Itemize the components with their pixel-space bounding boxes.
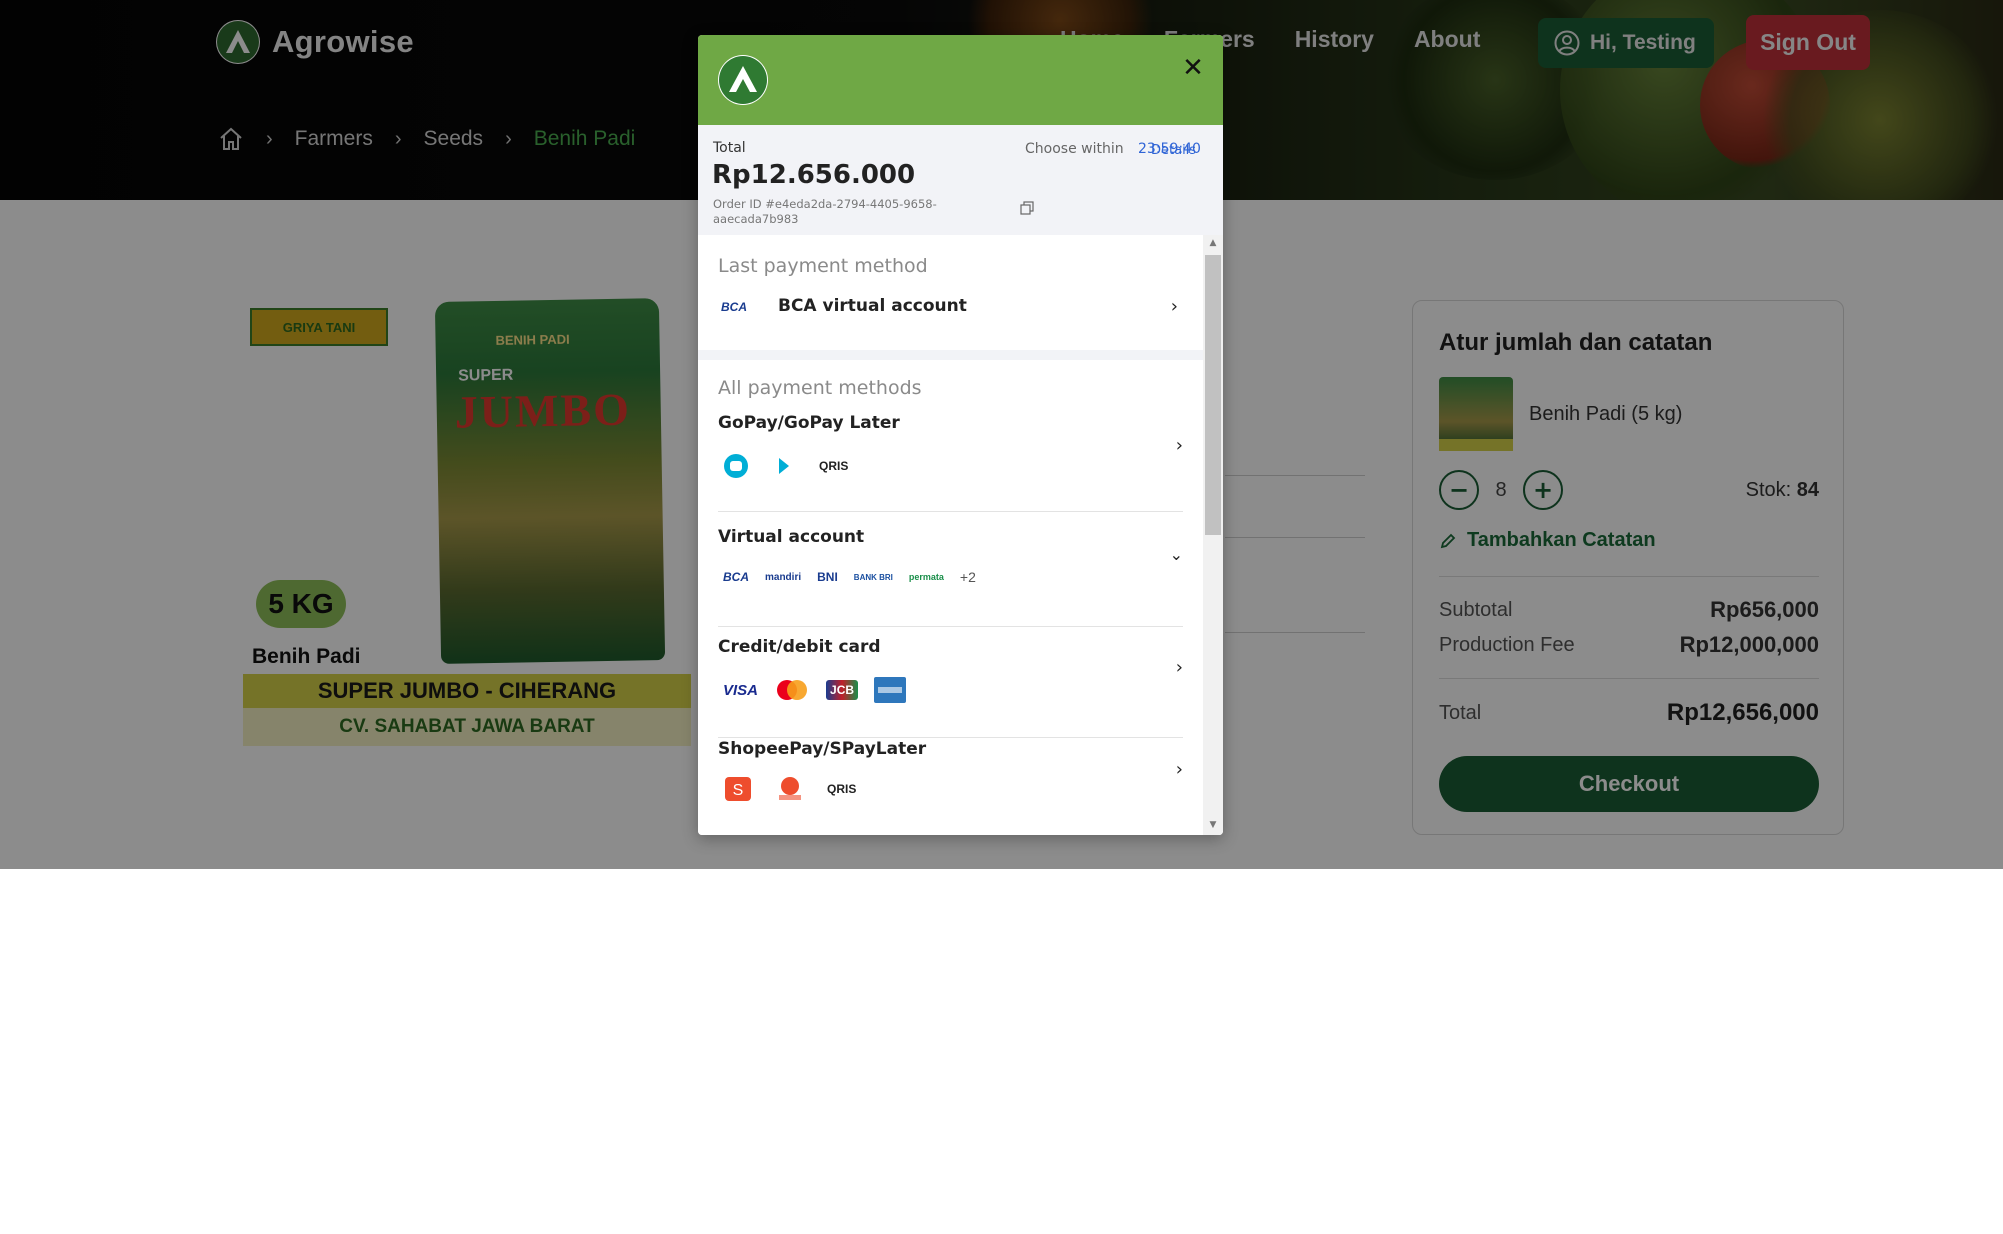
payment-summary: Total Rp12.656.000 Order ID #e4eda2da-27…: [698, 125, 1223, 235]
method-icons: BCA mandiri BNI BANK BRI permata +2: [723, 569, 976, 585]
chevron-down-icon: ⌄: [1169, 545, 1183, 564]
method-icons: VISA JCB: [723, 677, 907, 703]
bca-logo-icon: BCA: [721, 300, 747, 314]
payment-methods-list[interactable]: Last payment method BCA BCA virtual acco…: [698, 235, 1223, 835]
scroll-up-icon[interactable]: ▲: [1207, 238, 1219, 248]
last-method-title: Last payment method: [718, 255, 928, 277]
scroll-down-icon[interactable]: ▼: [1207, 820, 1219, 830]
bni-logo-icon: BNI: [817, 570, 838, 584]
payment-total-value: Rp12.656.000: [712, 160, 916, 190]
visa-logo-icon: VISA: [723, 681, 759, 699]
method-card[interactable]: Credit/debit card › VISA JCB: [718, 637, 1183, 738]
qris-icon: QRIS: [827, 782, 857, 796]
scrollbar-thumb[interactable]: [1205, 255, 1221, 535]
bca-logo-icon: BCA: [723, 570, 749, 584]
method-gopay[interactable]: GoPay/GoPay Later › QRIS: [718, 413, 1183, 513]
order-id: Order ID #e4eda2da-2794-4405-9658-aaecad…: [713, 197, 937, 226]
method-name: Virtual account: [718, 527, 865, 547]
divider: [718, 737, 1183, 738]
copy-icon[interactable]: [1020, 201, 1034, 215]
shopeepay-icon: S: [725, 777, 751, 801]
chevron-right-icon: ›: [1170, 296, 1178, 317]
method-virtual-account[interactable]: Virtual account ⌄ BCA mandiri BNI BANK B…: [718, 527, 1183, 627]
method-name: GoPay/GoPay Later: [718, 413, 900, 433]
spaylater-icon: [779, 777, 801, 800]
method-shopeepay[interactable]: ShopeePay/SPayLater › S QRIS: [718, 739, 1183, 835]
merchant-logo-icon: [718, 55, 768, 105]
payment-modal: ✕ Total Rp12.656.000 Order ID #e4eda2da-…: [698, 35, 1223, 835]
bri-logo-icon: BANK BRI: [853, 572, 893, 582]
section-separator: [698, 350, 1203, 360]
chevron-right-icon: ›: [1175, 657, 1183, 678]
method-name: Credit/debit card: [718, 637, 881, 657]
method-icons: QRIS: [723, 453, 848, 479]
payment-total-label: Total: [713, 140, 746, 156]
close-icon[interactable]: ✕: [1178, 53, 1208, 83]
chevron-right-icon: ›: [1175, 435, 1183, 456]
details-link[interactable]: Details: [1151, 143, 1196, 158]
method-name: ShopeePay/SPayLater: [718, 739, 927, 759]
divider: [718, 626, 1183, 627]
all-methods-title: All payment methods: [718, 377, 922, 399]
method-icons: S QRIS: [723, 775, 856, 803]
svg-text:S: S: [733, 782, 744, 799]
jcb-logo-icon: JCB: [826, 680, 859, 700]
choose-within-label: Choose within: [1025, 141, 1124, 157]
modal-header: ✕: [698, 35, 1223, 125]
permata-logo-icon: permata: [908, 572, 944, 582]
mandiri-logo-icon: mandiri: [765, 571, 802, 583]
more-banks-count: +2: [959, 569, 976, 585]
chevron-right-icon: ›: [1175, 759, 1183, 780]
amex-icon: [874, 677, 907, 703]
gopay-icon: [724, 454, 748, 478]
last-method-name: BCA virtual account: [778, 296, 967, 316]
qris-icon: QRIS: [819, 459, 849, 473]
divider: [718, 511, 1183, 512]
last-method-row[interactable]: BCA BCA virtual account ›: [718, 288, 1183, 328]
mastercard-icon: [777, 680, 808, 700]
gopay-later-icon: [779, 458, 789, 474]
